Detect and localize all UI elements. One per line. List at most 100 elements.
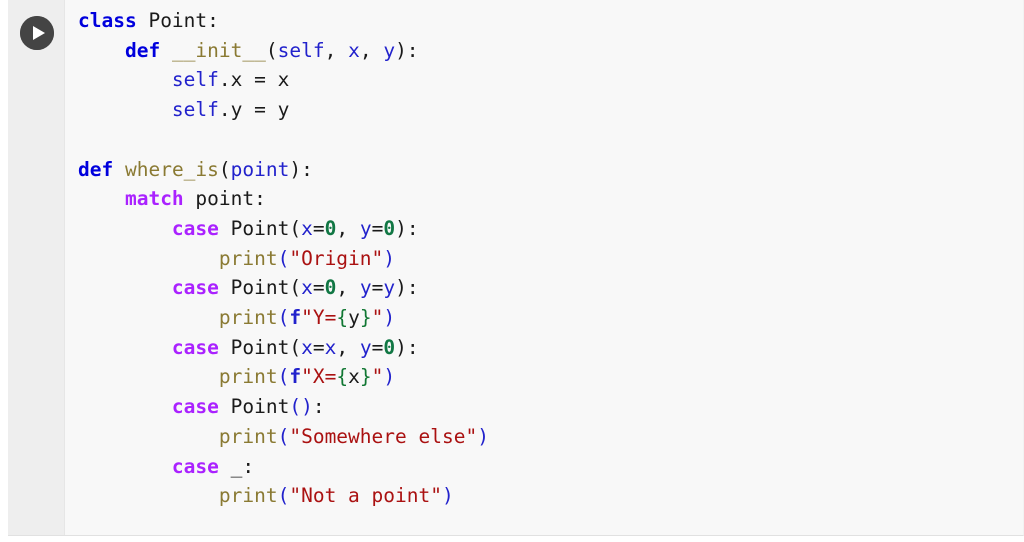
code-token: print: [218, 424, 278, 448]
code-token: self: [171, 68, 219, 92]
code-token: (: [277, 246, 290, 270]
code-token: case: [171, 395, 219, 419]
code-line: case _:: [78, 455, 254, 478]
code-token: ): [383, 306, 396, 330]
code-token: f: [289, 306, 302, 330]
code-line: case Point(x=0, y=0):: [78, 217, 419, 240]
code-token: "Y=: [301, 306, 337, 330]
code-token: Point: [230, 216, 290, 240]
code-block: class Point: def __init__(self, x, y): s…: [8, 0, 1024, 536]
code-token: Point: [230, 335, 290, 359]
code-token: ): [301, 395, 313, 419]
code-token: ):: [395, 335, 419, 359]
code-line: case Point():: [78, 395, 325, 418]
play-icon: [20, 16, 54, 50]
code-token: self: [277, 38, 325, 62]
code-token: :: [207, 9, 219, 32]
code-token: =: [312, 276, 325, 300]
code-token: 0: [324, 276, 337, 300]
code-token: where_is: [124, 157, 219, 181]
code-token: case: [171, 335, 219, 359]
code-token: 0: [324, 216, 337, 240]
code-token: print: [218, 365, 278, 389]
code-token: print: [218, 306, 278, 330]
code-token: ): [383, 365, 396, 389]
code-token: Point: [230, 276, 290, 300]
code-token: point: [230, 157, 290, 181]
code-token: x: [301, 276, 313, 300]
python-source: class Point: def __init__(self, x, y): s…: [78, 6, 1023, 511]
code-line: print(f"X={x}"): [78, 365, 395, 388]
code-token: x: [324, 335, 337, 359]
code-token: (: [277, 484, 290, 508]
code-token: Point: [148, 9, 208, 32]
code-token: match: [124, 187, 184, 211]
code-token: =: [371, 276, 384, 300]
code-line: print("Not a point"): [78, 484, 454, 507]
code-line: case Point(x=x, y=0):: [78, 336, 419, 359]
code-token: point:: [183, 187, 266, 211]
code-token: "Origin": [289, 246, 384, 270]
code-token: }: [359, 365, 372, 389]
code-token: }: [359, 306, 372, 330]
code-token: ): [441, 484, 454, 508]
code-token: y: [359, 276, 372, 300]
code-token: (: [277, 306, 290, 330]
code-token: ,: [359, 38, 384, 62]
code-line: def where_is(point):: [78, 158, 313, 181]
code-token: _:: [218, 454, 255, 478]
code-token: .x = x: [218, 68, 290, 92]
code-token: __init__: [171, 38, 266, 62]
code-token: ,: [336, 276, 360, 300]
code-token: x: [348, 365, 360, 389]
code-token: case: [171, 276, 219, 300]
code-token: ,: [336, 335, 360, 359]
code-token: =: [312, 335, 325, 359]
code-token: (: [289, 395, 302, 419]
code-token: Point: [230, 395, 290, 419]
code-token: (: [289, 216, 302, 240]
code-token: (: [265, 38, 278, 62]
code-token: =: [371, 335, 384, 359]
code-token: print: [218, 246, 278, 270]
code-token: f: [289, 365, 302, 389]
code-token: (: [218, 157, 231, 181]
run-code-button[interactable]: [20, 16, 54, 50]
code-token: y: [383, 38, 396, 62]
code-token: ,: [324, 38, 349, 62]
code-line: self.x = x: [78, 68, 289, 91]
code-token: class: [78, 9, 137, 32]
code-content-area[interactable]: class Point: def __init__(self, x, y): s…: [65, 0, 1023, 535]
code-token: (: [277, 365, 290, 389]
code-token: "X=: [301, 365, 337, 389]
code-token: (: [289, 276, 302, 300]
code-token: =: [371, 216, 384, 240]
code-token: ): [383, 246, 396, 270]
code-token: "Somewhere else": [289, 424, 478, 448]
code-token: 0: [383, 335, 396, 359]
code-token: {: [336, 365, 349, 389]
code-token: ):: [395, 38, 419, 62]
code-token: =: [312, 216, 325, 240]
code-token: {: [336, 306, 349, 330]
code-token: x: [301, 335, 313, 359]
code-token: case: [171, 216, 219, 240]
code-line: print(f"Y={y}"): [78, 306, 395, 329]
